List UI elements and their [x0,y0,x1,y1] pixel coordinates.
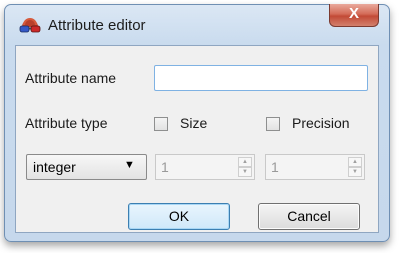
window-title: Attribute editor [48,17,146,34]
size-spinbox[interactable]: 1 ▲ ▼ [155,154,255,180]
attribute-type-label: Attribute type [25,115,108,131]
attribute-type-select[interactable]: integer ▼ [26,154,147,180]
attribute-type-value: integer [33,159,76,175]
ok-button[interactable]: OK [128,203,230,230]
spin-up-icon[interactable]: ▲ [348,157,362,167]
size-checkbox[interactable] [154,117,168,131]
cancel-button[interactable]: Cancel [258,203,360,230]
close-button[interactable]: X [329,4,379,27]
chevron-down-icon: ▼ [124,159,135,171]
spin-down-icon[interactable]: ▼ [238,167,252,177]
attribute-name-label: Attribute name [25,70,117,86]
attribute-name-input[interactable] [154,65,368,91]
precision-checkbox[interactable] [266,117,280,131]
precision-spinbox[interactable]: 1 ▲ ▼ [265,154,365,180]
attribute-editor-dialog: Attribute editor X Attribute name Attrib… [4,4,390,242]
size-value: 1 [161,159,169,175]
spin-up-icon[interactable]: ▲ [238,157,252,167]
3d-glasses-icon [19,17,41,35]
size-label: Size [180,115,208,131]
title-bar[interactable]: Attribute editor X [5,4,389,45]
precision-value: 1 [271,159,279,175]
spin-down-icon[interactable]: ▼ [348,167,362,177]
precision-label: Precision [292,115,350,131]
dialog-body: Attribute name Attribute type Size Preci… [15,45,379,233]
